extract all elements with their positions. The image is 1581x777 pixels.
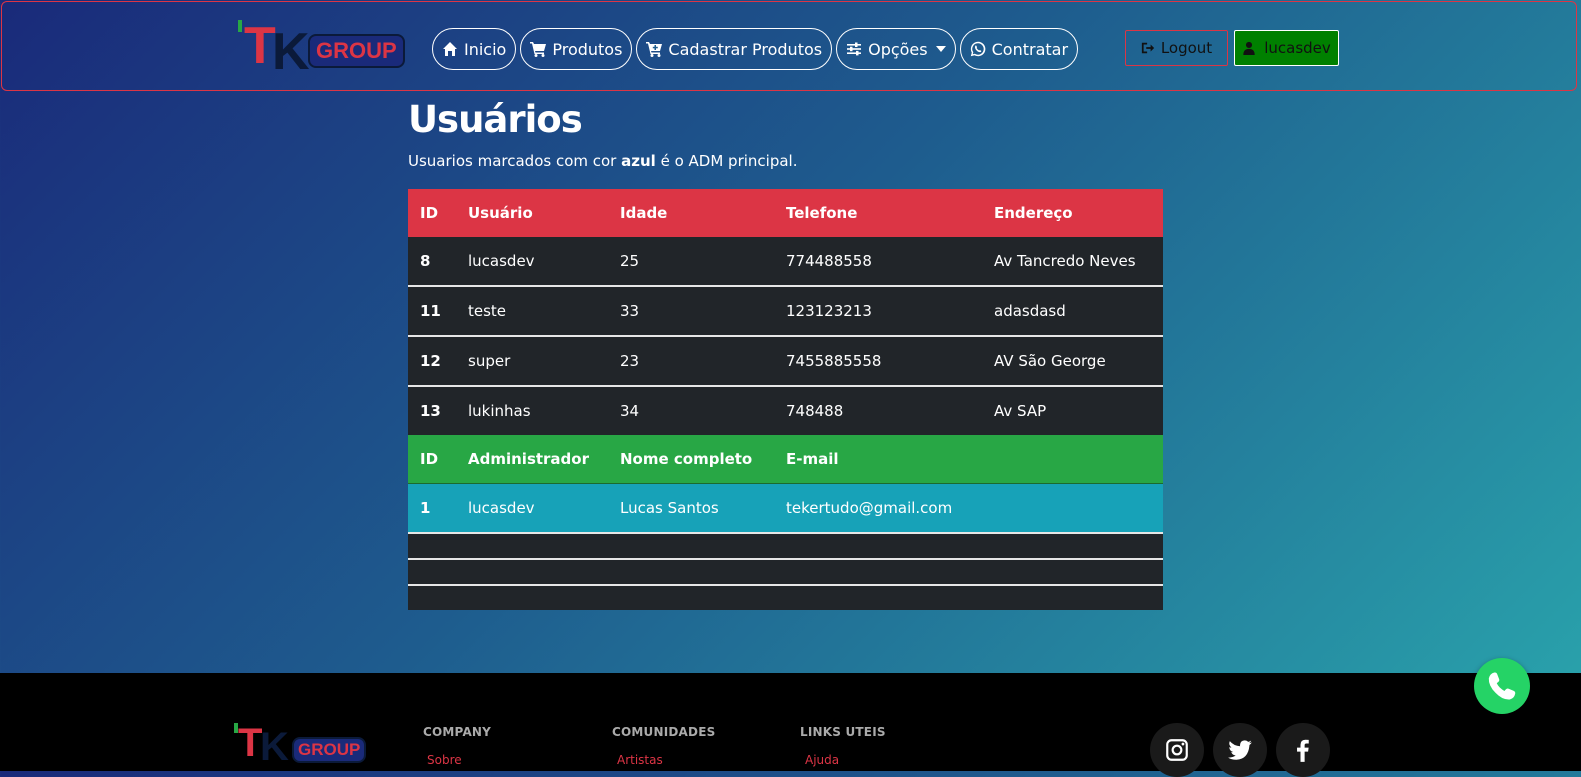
cell-telefone: 123123213 (786, 302, 872, 320)
cell-email: tekertudo@gmail.com (786, 499, 953, 517)
users-table: ID Usuário Idade Telefone Endereço 8 luc… (408, 189, 1163, 610)
header-administrador: Administrador (468, 450, 589, 468)
instagram-icon (1166, 739, 1188, 761)
cell-endereco: adasdasd (994, 302, 1066, 320)
header-idade: Idade (620, 204, 668, 222)
nav-opcoes-dropdown[interactable]: Opções (836, 28, 956, 70)
cell-telefone: 748488 (786, 402, 844, 420)
header-nome-completo: Nome completo (620, 450, 753, 468)
nav-produtos-label: Produtos (552, 39, 623, 59)
page-title: Usuários (408, 98, 583, 141)
cell-admin-id: 1 (420, 499, 431, 517)
nav-contratar-button[interactable]: Contratar (959, 28, 1079, 70)
nav-cadastrar-label: Cadastrar Produtos (668, 39, 823, 59)
footer-company-heading: COMPANY (423, 725, 492, 739)
logo-letter-k: K (260, 725, 289, 769)
cell-endereco: AV São George (994, 352, 1106, 370)
footer: T K GROUP COMPANY Sobre COMUNIDADES Arti… (0, 673, 1581, 777)
nav-produtos-button[interactable]: Produtos (520, 28, 633, 70)
chevron-down-icon (935, 46, 946, 52)
instagram-button[interactable] (1150, 723, 1204, 777)
footer-link-artistas[interactable]: Artistas (617, 753, 663, 767)
header-endereco: Endereço (994, 204, 1073, 222)
whatsapp-icon (970, 41, 985, 57)
cell-nome-completo: Lucas Santos (620, 499, 719, 517)
header-id: ID (420, 204, 439, 222)
twitter-icon (1228, 740, 1252, 760)
table-row: 12 super 23 7455885558 AV São George (408, 337, 1163, 387)
twitter-button[interactable] (1213, 723, 1267, 777)
logo-letter-k: K (272, 23, 310, 81)
logo-group-text: GROUP (308, 34, 405, 68)
user-profile-button[interactable]: lucasdev (1234, 30, 1339, 66)
nav-links: Inicio Produtos Cadastrar Produtos Opçõe… (432, 28, 1079, 70)
cell-usuario: super (468, 352, 511, 370)
cell-id: 13 (420, 402, 441, 420)
facebook-button[interactable] (1276, 723, 1330, 777)
cell-id: 8 (420, 252, 431, 270)
footer-links-uteis-heading: LINKS UTEIS (800, 725, 886, 739)
nav-inicio-button[interactable]: Inicio (432, 28, 517, 70)
logo-group-text: GROUP (292, 737, 367, 763)
nav-inicio-label: Inicio (464, 39, 507, 59)
user-label: lucasdev (1264, 39, 1331, 57)
nav-cadastrar-produtos-button[interactable]: Cadastrar Produtos (636, 28, 833, 70)
cart-icon (530, 42, 547, 57)
footer-comunidades-heading: COMUNIDADES (612, 725, 716, 739)
users-table-header: ID Usuário Idade Telefone Endereço (408, 189, 1163, 237)
cell-usuario: teste (468, 302, 507, 320)
logout-label: Logout (1160, 39, 1213, 57)
subtitle-text-start: Usuarios marcados com cor (408, 152, 622, 170)
cell-telefone: 774488558 (786, 252, 872, 270)
table-row: 11 teste 33 123123213 adasdasd (408, 287, 1163, 337)
cell-endereco: Av Tancredo Neves (994, 252, 1136, 270)
header-usuario: Usuário (468, 204, 533, 222)
footer-link-ajuda[interactable]: Ajuda (805, 753, 839, 767)
whatsapp-float-button[interactable] (1474, 658, 1530, 714)
logo-letter-t: T (238, 721, 263, 765)
header-admin-id: ID (420, 450, 439, 468)
subtitle-text-end: é o ADM principal. (655, 152, 798, 170)
phone-icon (1488, 672, 1516, 700)
empty-row (408, 560, 1163, 586)
sliders-icon (847, 42, 862, 56)
cell-usuario: lucasdev (468, 252, 535, 270)
table-row: 13 lukinhas 34 748488 Av SAP (408, 387, 1163, 435)
cell-administrador: lucasdev (468, 499, 535, 517)
cell-idade: 23 (620, 352, 640, 370)
logo-accent-bar (238, 20, 242, 32)
page-subtitle: Usuarios marcados com cor azul é o ADM p… (408, 152, 797, 170)
empty-row (408, 534, 1163, 560)
brand-logo[interactable]: T K GROUP (238, 18, 416, 80)
footer-link-sobre[interactable]: Sobre (427, 753, 462, 767)
home-icon (443, 42, 457, 56)
facebook-icon (1297, 739, 1309, 762)
sign-out-icon (1141, 42, 1154, 54)
cell-idade: 33 (620, 302, 640, 320)
header-telefone: Telefone (786, 204, 858, 222)
cell-usuario: lukinhas (468, 402, 531, 420)
empty-row (408, 586, 1163, 610)
user-icon (1243, 41, 1255, 55)
cart-plus-icon (646, 42, 663, 57)
cell-endereco: Av SAP (994, 402, 1047, 420)
navbar: T K GROUP Inicio Produtos Cadastrar Prod… (1, 1, 1577, 91)
cell-id: 12 (420, 352, 441, 370)
nav-contratar-label: Contratar (991, 39, 1069, 59)
logo-letter-t: T (244, 17, 276, 75)
table-row: 8 lucasdev 25 774488558 Av Tancredo Neve… (408, 237, 1163, 287)
cell-id: 11 (420, 302, 441, 320)
logout-button[interactable]: Logout (1125, 30, 1228, 66)
nav-opcoes-label: Opções (868, 39, 928, 59)
cell-telefone: 7455885558 (786, 352, 882, 370)
header-email: E-mail (786, 450, 839, 468)
footer-logo[interactable]: T K GROUP (234, 721, 376, 771)
subtitle-highlight: azul (621, 152, 656, 170)
cell-idade: 25 (620, 252, 640, 270)
admins-table-header: ID Administrador Nome completo E-mail (408, 435, 1163, 484)
admin-row: 1 lucasdev Lucas Santos tekertudo@gmail.… (408, 484, 1163, 534)
cell-idade: 34 (620, 402, 640, 420)
